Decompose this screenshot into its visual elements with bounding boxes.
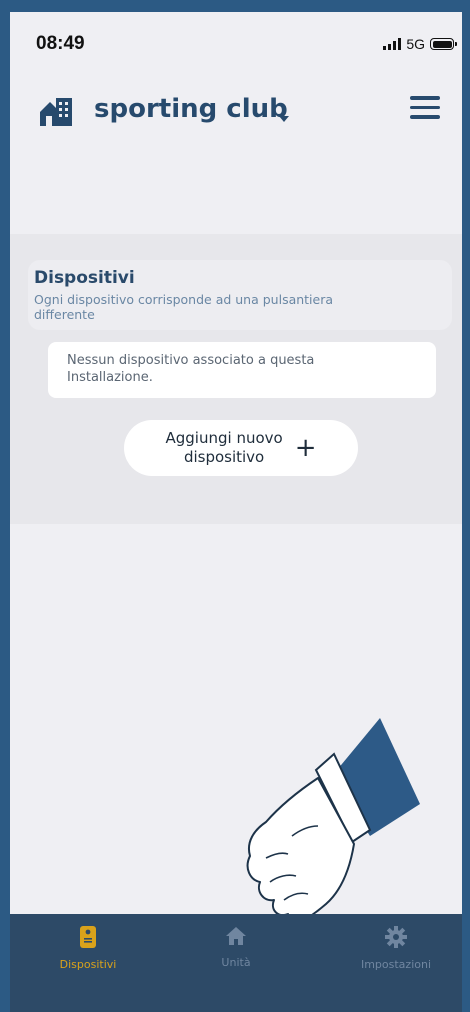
caret-down-icon[interactable] [278, 108, 290, 127]
empty-state-box: Nessun dispositivo associato a questa In… [48, 342, 436, 398]
nav-item-impostazioni[interactable]: Impostazioni [326, 926, 462, 986]
nav-item-unita[interactable]: Unità [166, 926, 306, 986]
pointing-hand-icon [230, 718, 430, 936]
intercom-icon [80, 926, 96, 952]
battery-icon [430, 38, 457, 50]
section-title: Dispositivi [34, 268, 135, 288]
devices-section: Dispositivi Ogni dispositivo corrisponde… [10, 234, 462, 524]
add-device-label-line1: Aggiungi nuovo [165, 429, 283, 447]
plus-icon: + [294, 433, 317, 463]
status-time: 08:49 [36, 33, 85, 54]
home-icon [225, 926, 247, 950]
add-device-label-line2: dispositivo [183, 448, 265, 466]
app-screen: 08:49 5G sporting club Dispositivi Ogni … [10, 12, 462, 1012]
add-device-button[interactable]: Aggiungi nuovo dispositivo + [124, 420, 358, 476]
nav-item-dispositivi[interactable]: Dispositivi [18, 926, 158, 986]
section-header-card: Dispositivi Ogni dispositivo corrisponde… [28, 260, 452, 330]
signal-icon [383, 38, 402, 50]
nav-label-unita: Unità [221, 956, 251, 969]
network-type: 5G [406, 36, 425, 52]
empty-state-text: Nessun dispositivo associato a questa In… [67, 353, 315, 385]
building-icon [38, 96, 74, 130]
nav-label-dispositivi: Dispositivi [59, 958, 117, 971]
bottom-navigation: Dispositivi Unità Impostazioni [10, 914, 462, 1012]
status-bar: 08:49 5G [10, 12, 462, 70]
status-indicators: 5G [383, 36, 457, 52]
section-subtitle: Ogni dispositivo corrisponde ad una puls… [34, 292, 334, 322]
add-device-label: Aggiungi nuovo dispositivo [166, 429, 283, 467]
installation-selector[interactable]: sporting club [94, 94, 288, 124]
nav-label-impostazioni: Impostazioni [360, 958, 432, 971]
gear-icon [385, 926, 407, 952]
app-header: sporting club [10, 86, 462, 138]
hamburger-menu-icon[interactable] [410, 96, 440, 120]
